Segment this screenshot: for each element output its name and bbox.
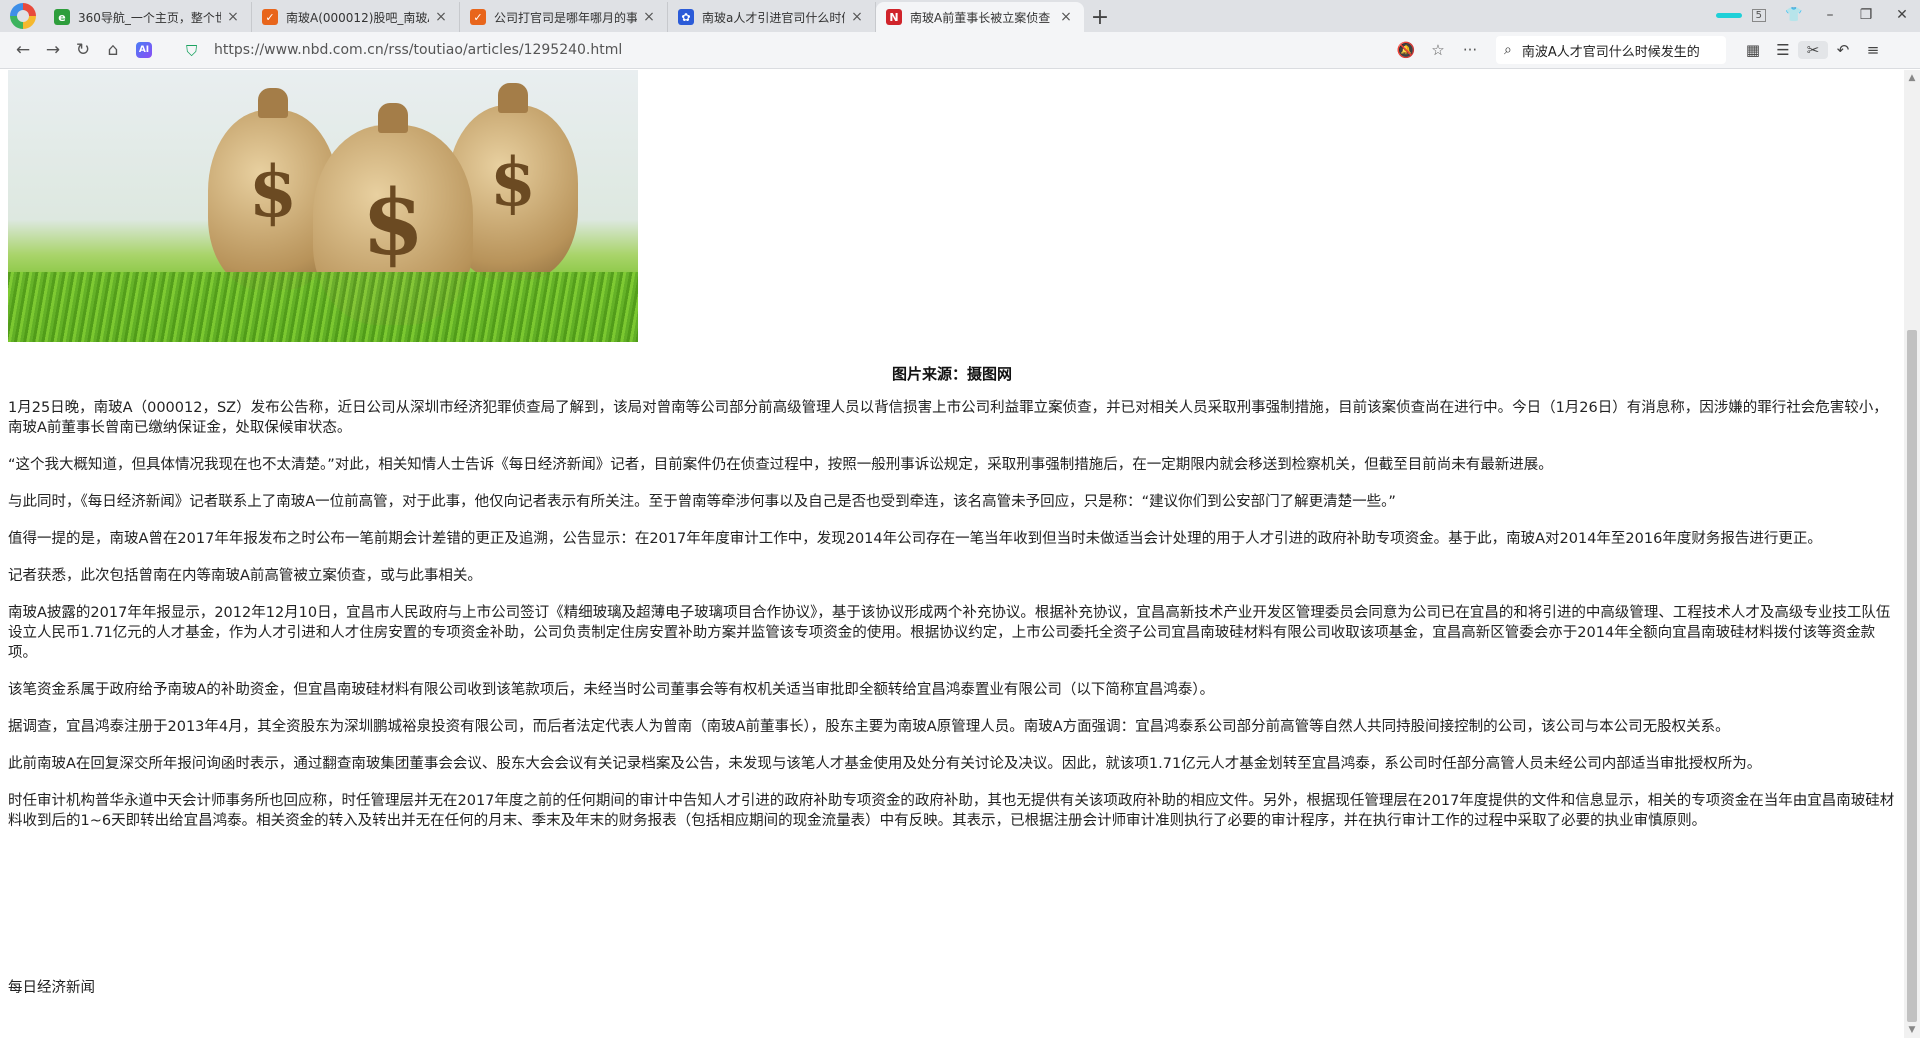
tab-360-home[interactable]: e 360导航_一个主页，整个世界 × — [44, 2, 252, 32]
article-paragraph: 该笔资金系属于政府给予南玻A的补助资金，但宜昌南玻硅材料有限公司收到该笔款项后，… — [8, 682, 1215, 698]
nbd-favicon-icon: N — [886, 9, 902, 25]
restore-icon[interactable]: ❐ — [1848, 7, 1884, 23]
undo-icon[interactable]: ↶ — [1828, 41, 1858, 59]
new-tab-button[interactable]: + — [1084, 2, 1116, 32]
grass — [8, 272, 638, 342]
close-icon[interactable]: × — [641, 9, 657, 25]
close-icon[interactable]: × — [225, 9, 241, 25]
url-text[interactable]: https://www.nbd.com.cn/rss/toutiao/artic… — [214, 42, 1390, 58]
article-paragraph: 1月25日晚，南玻A（000012，SZ）发布公告称，近日公司从深圳市经济犯罪侦… — [8, 400, 1888, 436]
scroll-up-arrow-icon[interactable]: ▲ — [1904, 70, 1920, 86]
close-window-icon[interactable]: ✕ — [1884, 7, 1920, 23]
back-icon[interactable]: ← — [8, 40, 38, 60]
tab-nbd-article[interactable]: N 南玻A前董事长被立案侦查 郑重 × — [876, 2, 1084, 32]
screenshot-scissors-icon[interactable]: ✂ — [1798, 41, 1828, 59]
article-paragraph: “这个我大概知道，但具体情况我现在也不太清楚。”对此，相关知情人士告诉《每日经济… — [8, 457, 1553, 473]
tab-question[interactable]: ✓ 公司打官司是哪年哪月的事，在哪 × — [460, 2, 668, 32]
navigation-bar: ← → ↻ ⌂ AI ⛉ https://www.nbd.com.cn/rss/… — [0, 32, 1920, 69]
favorites-icon[interactable]: ☰ — [1768, 41, 1798, 59]
360-favicon-icon: e — [54, 9, 70, 25]
menu-icon[interactable]: ≡ — [1858, 41, 1888, 59]
article-paragraph: 与此同时，《每日经济新闻》记者联系上了南玻A一位前高管，对于此事，他仅向记者表示… — [8, 494, 1396, 510]
article-paragraph: 时任审计机构普华永道中天会计师事务所也回应称，时任管理层并无在2017年度之前的… — [8, 793, 1895, 829]
status-pill-icon — [1715, 12, 1742, 18]
tab-title: 南玻A(000012)股吧_南玻A怎么样 — [286, 10, 429, 25]
vertical-scrollbar[interactable]: ▲ ▼ — [1904, 70, 1920, 1038]
browser-logo-icon[interactable] — [10, 3, 36, 29]
tab-title: 公司打官司是哪年哪月的事，在哪 — [494, 10, 637, 25]
close-icon[interactable]: × — [849, 9, 865, 25]
search-icon: ⌕ — [1504, 42, 1512, 58]
no-ads-icon[interactable]: 🔕 — [1390, 41, 1422, 59]
close-icon[interactable]: × — [1058, 9, 1074, 25]
bookmark-star-icon[interactable]: ☆ — [1422, 41, 1454, 59]
home-icon[interactable]: ⌂ — [98, 40, 128, 60]
tab-title: 南玻A前董事长被立案侦查 郑重 — [910, 10, 1054, 25]
more-icon[interactable]: ··· — [1454, 41, 1486, 59]
article-paragraph: 据调查，宜昌鸿泰注册于2013年4月，其全资股东为深圳鹏城裕泉投资有限公司，而后… — [8, 719, 1730, 735]
reload-icon[interactable]: ↻ — [68, 40, 98, 60]
article-paragraph: 值得一提的是，南玻A曾在2017年年报发布之时公布一笔前期会计差错的更正及追溯，… — [8, 531, 1822, 547]
close-icon[interactable]: × — [433, 9, 449, 25]
secure-shield-icon: ⛉ — [186, 42, 198, 60]
guba-favicon-icon: ✓ — [262, 9, 278, 25]
tab-guba[interactable]: ✓ 南玻A(000012)股吧_南玻A怎么样 × — [252, 2, 460, 32]
article-body: 1月25日晚，南玻A（000012，SZ）发布公告称，近日公司从深圳市经济犯罪侦… — [8, 398, 1896, 848]
skin-icon[interactable]: 👕 — [1776, 7, 1812, 23]
money-bags-image: $ $ $ — [8, 70, 638, 342]
apps-grid-icon[interactable]: ▦ — [1738, 41, 1768, 59]
guba-favicon-icon: ✓ — [470, 9, 486, 25]
tab-title: 南玻a人才引进官司什么时候发生 — [702, 10, 845, 25]
scroll-down-arrow-icon[interactable]: ▼ — [1904, 1022, 1920, 1038]
search-input[interactable] — [1519, 41, 1714, 59]
article-signature: 每日经济新闻 — [8, 980, 95, 996]
image-caption: 图片来源：摄图网 — [891, 365, 1012, 383]
search-box[interactable]: ⌕ — [1496, 36, 1726, 64]
article-paragraph: 此前南玻A在回复深交所年报问询函时表示，通过翻查南玻集团董事会会议、股东大会会议… — [8, 756, 1762, 772]
tab-baidu-search[interactable]: ✿ 南玻a人才引进官司什么时候发生 × — [668, 2, 876, 32]
window-count-badge[interactable]: 5 — [1751, 8, 1766, 22]
ai-assistant-icon[interactable]: AI — [136, 42, 152, 58]
page-content: $ $ $ 图片来源：摄图网 1月25日晚，南玻A（000012，SZ）发布公告… — [0, 70, 1904, 1038]
minimize-icon[interactable]: – — [1812, 7, 1848, 23]
baidu-paw-icon: ✿ — [678, 9, 694, 25]
tab-strip: e 360导航_一个主页，整个世界 × ✓ 南玻A(000012)股吧_南玻A怎… — [0, 0, 1920, 32]
article-paragraph: 南玻A披露的2017年年报显示，2012年12月10日，宜昌市人民政府与上市公司… — [8, 605, 1891, 661]
article-paragraph: 记者获悉，此次包括曾南在内等南玻A前高管被立案侦查，或与此事相关。 — [8, 568, 482, 584]
window-controls: 5 👕 – ❐ ✕ — [1715, 0, 1920, 30]
address-bar[interactable]: ⛉ https://www.nbd.com.cn/rss/toutiao/art… — [186, 36, 1486, 64]
scrollbar-thumb[interactable] — [1907, 330, 1917, 1022]
tab-title: 360导航_一个主页，整个世界 — [78, 10, 221, 25]
forward-icon[interactable]: → — [38, 40, 68, 60]
